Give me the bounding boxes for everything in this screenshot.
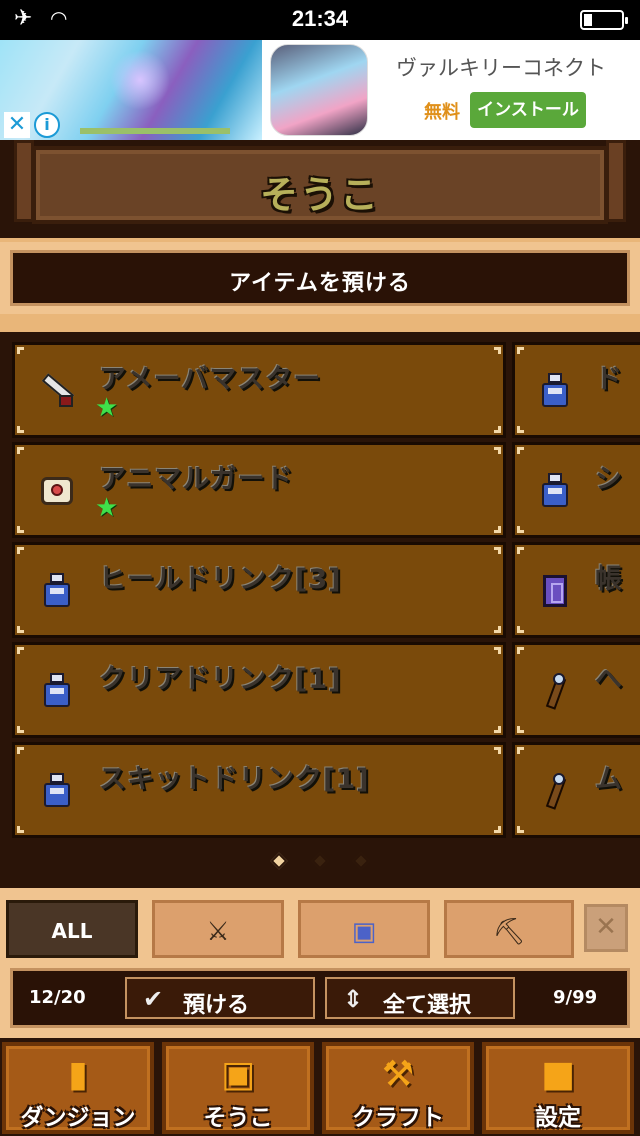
inventory-count: 12/20 xyxy=(29,987,86,1008)
page-title: そうこ xyxy=(259,173,380,217)
item-grid: アメーバマスター ★ アニマルガード ★ ヒールドリンク[3] クリアドリンク[… xyxy=(0,332,640,888)
item-name: 帳 xyxy=(595,564,623,595)
equipment-icon: ⚔ xyxy=(206,917,230,947)
nav-storage[interactable]: ▣ そうこ xyxy=(162,1042,314,1134)
filter-clear-icon[interactable]: ✕ xyxy=(584,904,628,952)
deposit-button[interactable]: ✔ 預ける xyxy=(125,977,315,1019)
filter-tab-consumables[interactable]: ▣ xyxy=(298,900,430,958)
potion-icon xyxy=(535,471,575,511)
bottom-nav: ▮ ダンジョン ▣ そうこ ⚒ クラフト ■ 設定 xyxy=(0,1038,640,1136)
wand-icon xyxy=(535,671,575,711)
settings-icon: ■ xyxy=(540,1054,576,1095)
item-card[interactable]: ド xyxy=(512,342,640,438)
select-all-button[interactable]: ⇕ 全て選択 xyxy=(325,977,515,1019)
item-card[interactable]: ヒールドリンク[3] xyxy=(12,542,506,638)
item-name: ド xyxy=(595,364,623,395)
nav-storage-label: そうこ xyxy=(203,1105,273,1131)
nav-settings[interactable]: ■ 設定 xyxy=(482,1042,634,1134)
deposit-items-label: アイテムを預ける xyxy=(229,271,411,296)
item-card[interactable]: スキットドリンク[1] xyxy=(12,742,506,838)
item-name: アメーバマスター xyxy=(99,364,322,395)
item-name: クリアドリンク[1] xyxy=(99,664,342,695)
status-time: 21:34 xyxy=(291,6,349,31)
sword-icon xyxy=(37,371,77,411)
item-name: アニマルガード xyxy=(99,464,294,495)
sign-post-right xyxy=(606,140,626,222)
page-header: そうこ xyxy=(0,140,640,238)
action-panel: 12/20 ✔ 預ける ⇕ 全て選択 9/99 xyxy=(10,968,630,1028)
mode-banner: アイテムを預ける xyxy=(0,238,640,318)
favorite-star-icon: ★ xyxy=(95,393,119,423)
select-all-button-label: 全て選択 xyxy=(383,993,472,1018)
action-bar: 12/20 ✔ 預ける ⇕ 全て選択 9/99 xyxy=(0,960,640,1038)
storage-icon: ▣ xyxy=(220,1054,256,1095)
potion-icon xyxy=(37,671,77,711)
battery-icon xyxy=(580,10,628,30)
ad-info-icon[interactable]: i xyxy=(34,112,60,138)
item-card[interactable]: シ xyxy=(512,442,640,538)
item-card[interactable]: クリアドリンク[1] xyxy=(12,642,506,738)
select-all-icon: ⇕ xyxy=(343,985,364,1013)
ad-app-icon[interactable] xyxy=(270,44,368,136)
item-name: へ xyxy=(595,664,623,695)
filter-tabs: ALL ⚔ ▣ ⛏ xyxy=(0,888,640,968)
check-icon: ✔ xyxy=(143,985,164,1013)
divider-strip xyxy=(0,318,640,332)
item-name: ヒールドリンク[3] xyxy=(99,564,342,595)
filter-tab-all[interactable]: ALL xyxy=(6,900,138,958)
ad-price: 無料 xyxy=(424,102,460,123)
page-dot-3[interactable] xyxy=(352,852,370,870)
materials-icon: ⛏ xyxy=(492,917,526,947)
favorite-star-icon: ★ xyxy=(95,493,119,523)
ad-banner[interactable]: ✕ i ヴァルキリーコネクト 無料 インストール xyxy=(0,40,640,140)
wand-icon xyxy=(535,771,575,811)
ad-title[interactable]: ヴァルキリーコネクト xyxy=(396,52,606,82)
ad-close-icon[interactable]: ✕ xyxy=(4,112,30,138)
deposit-button-label: 預ける xyxy=(183,993,250,1018)
item-card[interactable]: アニマルガード ★ xyxy=(12,442,506,538)
nav-craft-label: クラフト xyxy=(352,1105,444,1131)
craft-icon: ⚒ xyxy=(381,1054,415,1095)
nav-dungeon-label: ダンジョン xyxy=(20,1105,136,1131)
storage-count: 9/99 xyxy=(553,987,598,1008)
dungeon-icon: ▮ xyxy=(68,1054,88,1095)
potion-icon xyxy=(37,771,77,811)
item-card[interactable]: へ xyxy=(512,642,640,738)
potion-icon xyxy=(37,571,77,611)
sign-plank: そうこ xyxy=(32,146,608,224)
page-dot-1[interactable] xyxy=(270,852,288,870)
potion-icon xyxy=(535,371,575,411)
filter-tab-materials[interactable]: ⛏ xyxy=(444,900,574,958)
item-name: ム xyxy=(595,764,623,795)
item-name: スキットドリンク[1] xyxy=(99,764,370,795)
nav-settings-label: 設定 xyxy=(535,1105,581,1131)
item-card[interactable]: アメーバマスター ★ xyxy=(12,342,506,438)
status-bar: ✈ ◠ 21:34 xyxy=(0,0,640,40)
item-name: シ xyxy=(595,464,623,495)
item-card[interactable]: ム xyxy=(512,742,640,838)
item-card[interactable]: 帳 xyxy=(512,542,640,638)
book-icon xyxy=(535,571,575,611)
filter-tab-all-label: ALL xyxy=(51,919,93,943)
nav-dungeon[interactable]: ▮ ダンジョン xyxy=(2,1042,154,1134)
filter-tab-equipment[interactable]: ⚔ xyxy=(152,900,284,958)
page-dot-2[interactable] xyxy=(311,852,329,870)
deposit-items-banner[interactable]: アイテムを預ける xyxy=(10,250,630,306)
ad-install-button[interactable]: インストール xyxy=(470,92,586,128)
page-indicator xyxy=(0,852,640,882)
sign-post-left xyxy=(14,140,34,222)
consumables-icon: ▣ xyxy=(351,917,377,947)
nav-craft[interactable]: ⚒ クラフト xyxy=(322,1042,474,1134)
shield-icon xyxy=(37,471,77,511)
